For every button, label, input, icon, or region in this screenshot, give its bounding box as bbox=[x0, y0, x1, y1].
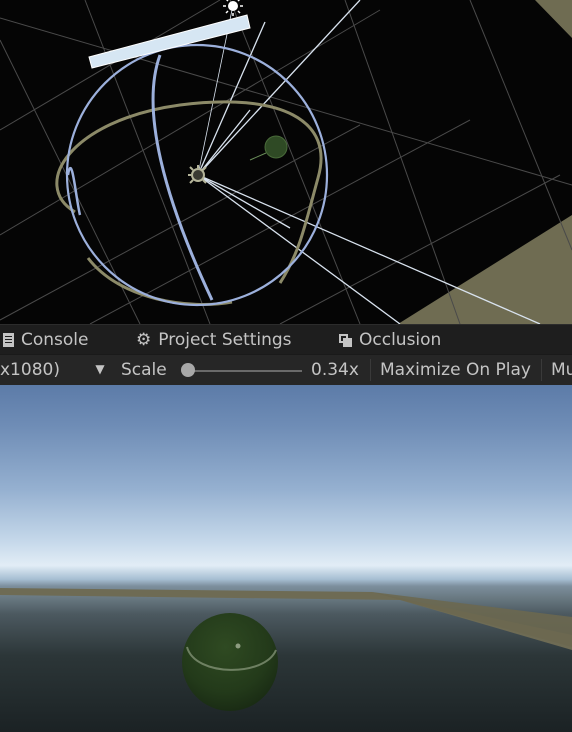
sphere-axis bbox=[249, 152, 267, 161]
scene-sphere[interactable] bbox=[264, 135, 288, 159]
toolbar-divider bbox=[370, 359, 371, 381]
resolution-label: x1080) bbox=[0, 360, 60, 380]
game-ground-edge bbox=[372, 592, 572, 647]
scene-canvas[interactable] bbox=[0, 0, 572, 324]
ground-plane-top bbox=[535, 0, 572, 38]
gear-icon: ⚙ bbox=[136, 330, 152, 350]
scene-view[interactable] bbox=[0, 0, 572, 324]
tab-project-settings-label: Project Settings bbox=[158, 330, 292, 350]
editor-tab-bar: Console ⚙ Project Settings Occlusion bbox=[0, 324, 572, 355]
console-icon bbox=[3, 333, 14, 347]
tab-occlusion[interactable]: Occlusion bbox=[339, 330, 441, 350]
scale-value: 0.34x bbox=[311, 360, 359, 380]
occlusion-icon bbox=[339, 333, 352, 347]
ground-plane bbox=[398, 215, 572, 324]
mute-audio-toggle[interactable]: Mu bbox=[551, 360, 572, 380]
tab-console[interactable]: Console bbox=[3, 330, 89, 350]
sphere-specular bbox=[235, 643, 241, 649]
toolbar-divider bbox=[541, 359, 542, 381]
dropdown-arrow-icon: ▼ bbox=[95, 362, 105, 376]
game-view-toolbar: x1080) ▼ Scale 0.34x Maximize On Play Mu bbox=[0, 354, 572, 386]
tab-project-settings[interactable]: ⚙ Project Settings bbox=[136, 330, 292, 350]
game-canvas bbox=[0, 588, 572, 711]
scale-slider-track[interactable] bbox=[188, 370, 302, 372]
tab-console-label: Console bbox=[21, 330, 89, 350]
resolution-dropdown[interactable]: x1080) ▼ bbox=[0, 360, 105, 380]
scale-slider-handle[interactable] bbox=[181, 363, 195, 377]
scale-label: Scale bbox=[121, 360, 167, 380]
maximize-on-play-toggle[interactable]: Maximize On Play bbox=[380, 360, 531, 380]
game-view[interactable] bbox=[0, 385, 572, 732]
tab-occlusion-label: Occlusion bbox=[359, 330, 442, 350]
sun-icon[interactable] bbox=[223, 0, 243, 16]
